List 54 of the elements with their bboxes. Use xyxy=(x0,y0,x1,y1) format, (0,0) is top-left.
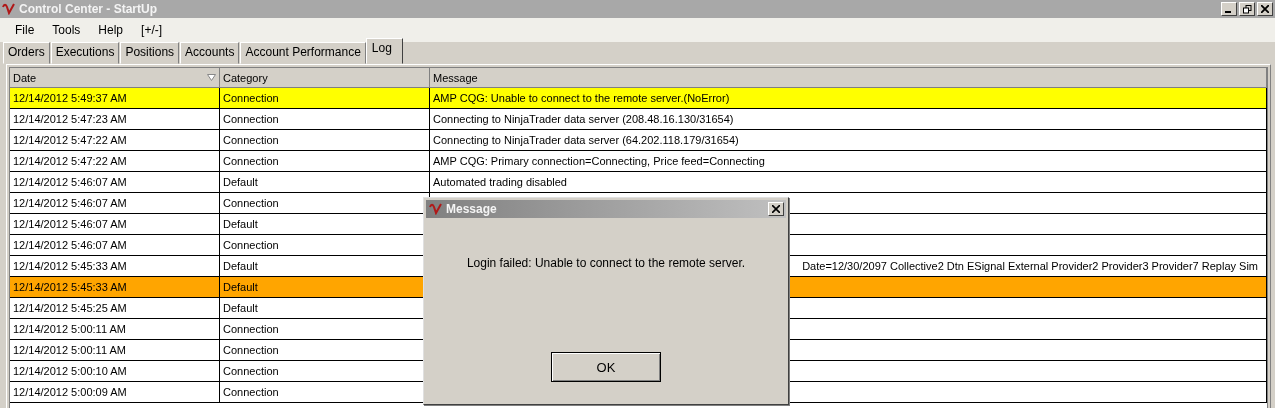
restore-button[interactable] xyxy=(1239,2,1255,16)
dialog-message: Login failed: Unable to connect to the remote server. xyxy=(466,256,746,270)
table-cell: 12/14/2012 5:46:07 AM xyxy=(10,172,220,192)
tab[interactable]: Positions xyxy=(120,42,180,64)
menu-item[interactable]: File xyxy=(6,23,44,37)
logo-icon xyxy=(2,3,16,15)
table-cell: AMP CQG: Unable to connect to the remote server.(NoError) xyxy=(430,88,1267,108)
table-cell: Automated trading disabled xyxy=(430,172,1267,192)
table-cell: 12/14/2012 5:47:22 AM xyxy=(10,151,220,171)
table-row[interactable]: 12/14/2012 5:47:23 AM Connection Connecting to NinjaTrader data server (208.48.16.130/31654) xyxy=(10,109,1267,130)
close-icon xyxy=(772,205,780,213)
minimize-button[interactable] xyxy=(1221,2,1237,16)
table-row[interactable]: 12/14/2012 5:47:22 AM Connection Connecting to NinjaTrader data server (64.202.118.179/31654) xyxy=(10,130,1267,151)
tab[interactable]: Account Performance xyxy=(240,42,366,64)
tab[interactable]: Accounts xyxy=(180,42,240,64)
close-button[interactable] xyxy=(1257,2,1273,16)
table-cell: 12/14/2012 5:46:07 AM xyxy=(10,214,220,234)
table-row[interactable]: 12/14/2012 5:47:22 AM Connection AMP CQG: Primary connection=Connecting, Price feed=Connecting xyxy=(10,151,1267,172)
table-cell: Connecting to NinjaTrader data server (208.48.16.130/31654) xyxy=(430,109,1267,129)
table-cell: Connection xyxy=(220,109,430,129)
table-cell: 12/14/2012 5:49:37 AM xyxy=(10,88,220,108)
table-cell: 12/14/2012 5:00:11 AM xyxy=(10,319,220,339)
tab[interactable]: Executions xyxy=(50,42,120,64)
restore-icon xyxy=(1242,4,1252,14)
table-cell: 12/14/2012 5:46:07 AM xyxy=(10,193,220,213)
table-cell: 12/14/2012 5:46:07 AM xyxy=(10,235,220,255)
table-cell: 12/14/2012 5:45:33 AM xyxy=(10,277,220,297)
table-cell: 12/14/2012 5:45:33 AM xyxy=(10,256,220,276)
table-row[interactable]: 12/14/2012 5:49:37 AM Connection AMP CQG: Unable to connect to the remote server.(NoError) xyxy=(10,88,1267,109)
ok-button[interactable]: OK xyxy=(551,352,661,382)
window-title: Control Center - StartUp xyxy=(19,2,157,16)
table-cell: Connecting to NinjaTrader data server (64.202.118.179/31654) xyxy=(430,130,1267,150)
close-icon xyxy=(1261,5,1269,13)
table-cell: Connection xyxy=(220,151,430,171)
table-cell: Connection xyxy=(220,130,430,150)
table-cell: 12/14/2012 5:00:10 AM xyxy=(10,361,220,381)
table-row[interactable]: 12/14/2012 5:46:07 AM Default Automated trading disabled xyxy=(10,172,1267,193)
tab[interactable]: Log xyxy=(365,38,403,64)
table-cell: Connection xyxy=(220,88,430,108)
dialog-title: Message xyxy=(446,202,497,216)
tab[interactable]: Orders xyxy=(3,42,50,64)
menu-item[interactable]: Help xyxy=(89,23,133,37)
menu-item[interactable]: [+/-] xyxy=(132,23,172,37)
table-cell: 12/14/2012 5:00:11 AM xyxy=(10,340,220,360)
close-button[interactable] xyxy=(768,202,784,216)
logo-icon xyxy=(429,203,443,215)
table-cell: 12/14/2012 5:47:23 AM xyxy=(10,109,220,129)
sort-icon xyxy=(207,74,216,81)
table-cell: 12/14/2012 5:00:09 AM xyxy=(10,382,220,402)
table-cell: AMP CQG: Primary connection=Connecting, Price feed=Connecting xyxy=(430,151,1267,171)
table-cell: Default xyxy=(220,172,430,192)
table-cell: 12/14/2012 5:47:22 AM xyxy=(10,130,220,150)
menu-item[interactable]: Tools xyxy=(43,23,90,37)
table-cell: 12/14/2012 5:45:25 AM xyxy=(10,298,220,318)
